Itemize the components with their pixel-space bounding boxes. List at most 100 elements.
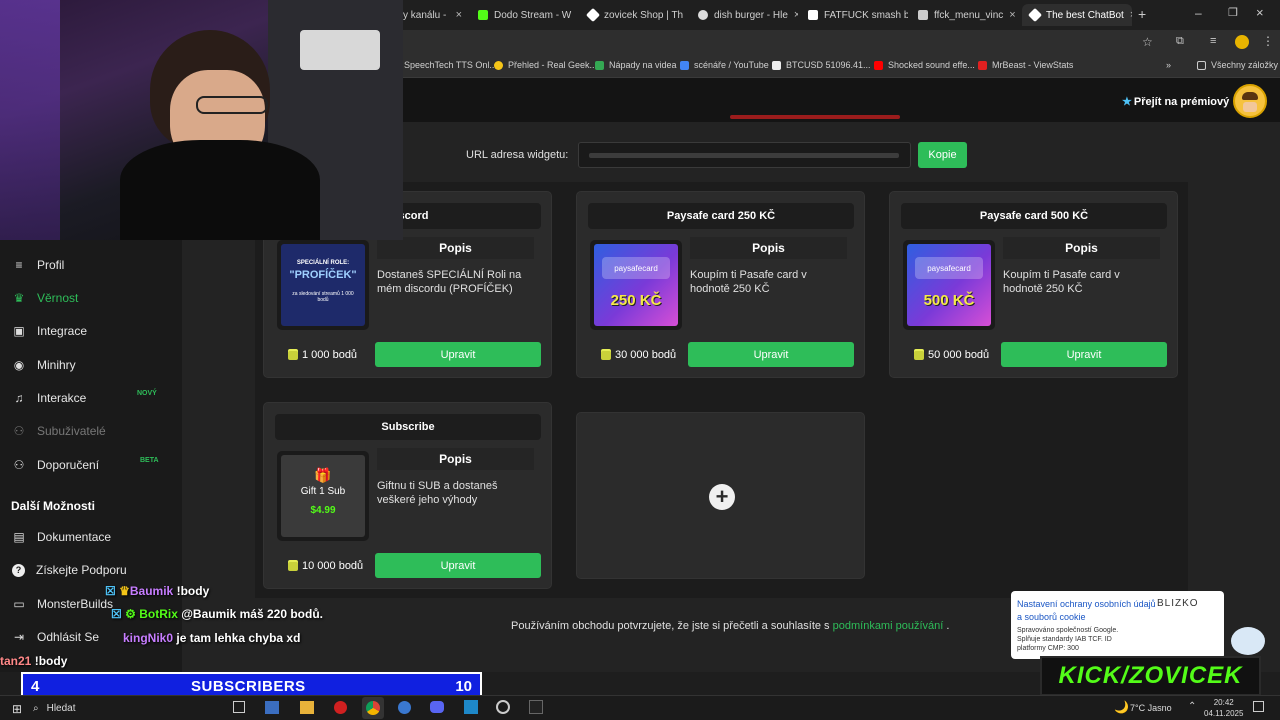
new-tab-button[interactable]: + — [1138, 6, 1146, 22]
folder-icon[interactable] — [300, 701, 314, 714]
edit-button[interactable]: Upravit — [1001, 342, 1167, 367]
sidebar-item-doporuceni[interactable]: ⚇ Doporučení — [12, 455, 99, 475]
media-icon[interactable]: ≡ — [1210, 35, 1216, 47]
edit-button[interactable]: Upravit — [375, 342, 541, 367]
tray-chevron-icon[interactable]: ⌃ — [1188, 701, 1196, 712]
bookmark[interactable]: BTCUSD 51096.41... — [772, 60, 871, 70]
star-icon[interactable]: ☆ — [1142, 35, 1153, 49]
cookie-line: Splňuje standardy IAB TCF. ID — [1017, 636, 1112, 643]
avatar[interactable] — [1233, 84, 1267, 118]
sidebar-item-subuzivatele[interactable]: ⚇ Subuživatelé — [12, 421, 106, 441]
app-icon[interactable] — [265, 701, 279, 714]
notifications-icon[interactable] — [1253, 701, 1264, 712]
blurred-warning — [730, 115, 900, 119]
taskbar-search[interactable]: ⌕ Hledat — [33, 699, 193, 717]
restore-button[interactable]: ❐ — [1228, 6, 1238, 19]
bookmark[interactable]: Přehled - Real Geek... — [494, 60, 597, 70]
bookmark-label: MrBeast - ViewStats — [992, 60, 1074, 70]
close-icon[interactable]: × — [571, 9, 578, 21]
item-image: paysafecard 500 KČ — [903, 240, 995, 330]
bookmark[interactable]: SpeechTech TTS Onl... — [404, 60, 497, 70]
item-title: Subscribe — [275, 414, 541, 440]
plus-icon[interactable]: + — [709, 484, 735, 510]
chat-widget-bubble[interactable] — [1231, 627, 1265, 655]
sidebar-item-profil[interactable]: ≡ Profil — [12, 255, 64, 275]
sidebar-item-podpora[interactable]: ? Získejte Podporu — [12, 560, 127, 580]
minimize-button[interactable]: – — [1195, 6, 1202, 20]
trophy-icon: ♛ — [13, 291, 25, 305]
sidebar-item-label: Získejte Podporu — [36, 563, 127, 577]
sidebar-item-interakce[interactable]: ♫ Interakce — [12, 388, 87, 408]
chat-text: !body — [34, 654, 68, 668]
search-label: Hledat — [46, 702, 76, 714]
integration-icon: ▣ — [13, 324, 25, 338]
bookmark-icon — [680, 60, 689, 70]
copy-button[interactable]: Kopie — [918, 142, 967, 168]
menu-icon[interactable]: ⋮ — [1262, 34, 1274, 48]
edit-button[interactable]: Upravit — [688, 342, 854, 367]
chrome-taskbar-button[interactable] — [362, 697, 384, 719]
kick-icon — [478, 10, 488, 20]
discord-icon[interactable] — [430, 701, 444, 713]
bookmark[interactable]: scénáře / YouTube — [680, 60, 769, 70]
sidebar-item-minihry[interactable]: ◉ Minihry — [12, 355, 76, 375]
close-icon[interactable]: × — [1003, 9, 1015, 21]
extensions-icon[interactable]: ⧉ — [1176, 35, 1184, 48]
verified-icon: ☒ — [105, 584, 116, 598]
terms-link[interactable]: podmínkami používání — [833, 620, 944, 632]
browser-tab[interactable]: Dodo Stream - W× — [470, 4, 578, 26]
app-icon[interactable] — [398, 701, 411, 714]
cookie-consent-popup[interactable]: Nastavení ochrany osobních údajů a soubo… — [1011, 591, 1224, 659]
bookmark[interactable]: Shocked sound effe... — [874, 60, 975, 70]
close-icon[interactable]: × — [1124, 9, 1132, 21]
cookie-brand: BLIZKO — [1157, 598, 1199, 609]
app-icon[interactable] — [496, 700, 510, 714]
folder-icon — [1197, 60, 1206, 70]
browser-tab[interactable]: zovicek Shop | Th× — [580, 4, 688, 26]
weather-temp: 7°C — [1130, 703, 1146, 713]
tab-label: y kanálu - — [403, 9, 447, 21]
sidebar-item-dokumentace[interactable]: ▤ Dokumentace — [12, 527, 111, 547]
chat-message: tan21 !body — [0, 654, 67, 668]
clock[interactable]: 20:42 04.11.2025 — [1204, 697, 1243, 719]
edit-button[interactable]: Upravit — [375, 553, 541, 578]
tab-label: dish burger - Hle — [714, 9, 788, 21]
bookmark[interactable]: Nápady na videa — [595, 60, 677, 70]
widget-url-input[interactable] — [578, 142, 911, 168]
premium-link[interactable]: ★ Přejít na prémiový — [1122, 95, 1229, 109]
browser-tab-active[interactable]: The best ChatBot× — [1022, 4, 1132, 26]
chat-message: ☒ ♛Baumik !body — [105, 584, 209, 598]
close-icon[interactable]: × — [788, 9, 798, 21]
sidebar-item-label: Profil — [37, 258, 65, 272]
profile-icon: ≡ — [15, 258, 23, 272]
cookie-title[interactable]: Nastavení ochrany osobních údajů a soubo… — [1017, 598, 1157, 624]
browser-tab[interactable]: ffck_menu_vinc × — [910, 4, 1018, 26]
browser-tab[interactable]: FATFUCK smash b× — [800, 4, 908, 26]
bookmark[interactable]: MrBeast - ViewStats — [978, 60, 1073, 70]
browser-tab[interactable]: y kanálu - × — [395, 4, 470, 26]
bookmarks-overflow-icon[interactable]: » — [1166, 60, 1171, 70]
gift-icon: 🎁 — [314, 467, 332, 483]
sidebar-item-monsterbuilds[interactable]: ▭ MonsterBuilds — [12, 594, 113, 614]
app-icon[interactable] — [334, 701, 347, 714]
sidebar-item-vernost[interactable]: ♛ Věrnost — [12, 288, 79, 308]
app-icon[interactable] — [464, 700, 478, 714]
kick-banner: KICK/ZOVICEK — [1040, 656, 1261, 696]
weather[interactable]: 7°C Jasno — [1130, 703, 1172, 713]
all-bookmarks[interactable]: Všechny záložky — [1197, 60, 1278, 70]
epic-games-icon[interactable] — [529, 700, 543, 714]
add-item-card[interactable]: + — [576, 412, 865, 579]
browser-tab[interactable]: dish burger - Hle × — [690, 4, 798, 26]
profile-avatar[interactable] — [1235, 35, 1249, 49]
gift-sub-image: 🎁 Gift 1 Sub $4.99 — [281, 455, 365, 537]
window-close-button[interactable]: × — [1256, 5, 1264, 20]
chat-text: !body — [176, 584, 210, 598]
close-icon[interactable]: × — [683, 9, 688, 21]
task-view-icon[interactable] — [233, 701, 245, 713]
sidebar-item-odhlasit[interactable]: ⇥ Odhlásit Se — [12, 627, 99, 647]
windows-start-icon[interactable]: ⊞ — [12, 702, 22, 716]
bookmark-label: Shocked sound effe... — [888, 60, 975, 70]
sidebar-item-integrace[interactable]: ▣ Integrace — [12, 321, 87, 341]
google-icon — [698, 10, 708, 20]
close-icon[interactable]: × — [450, 9, 462, 21]
